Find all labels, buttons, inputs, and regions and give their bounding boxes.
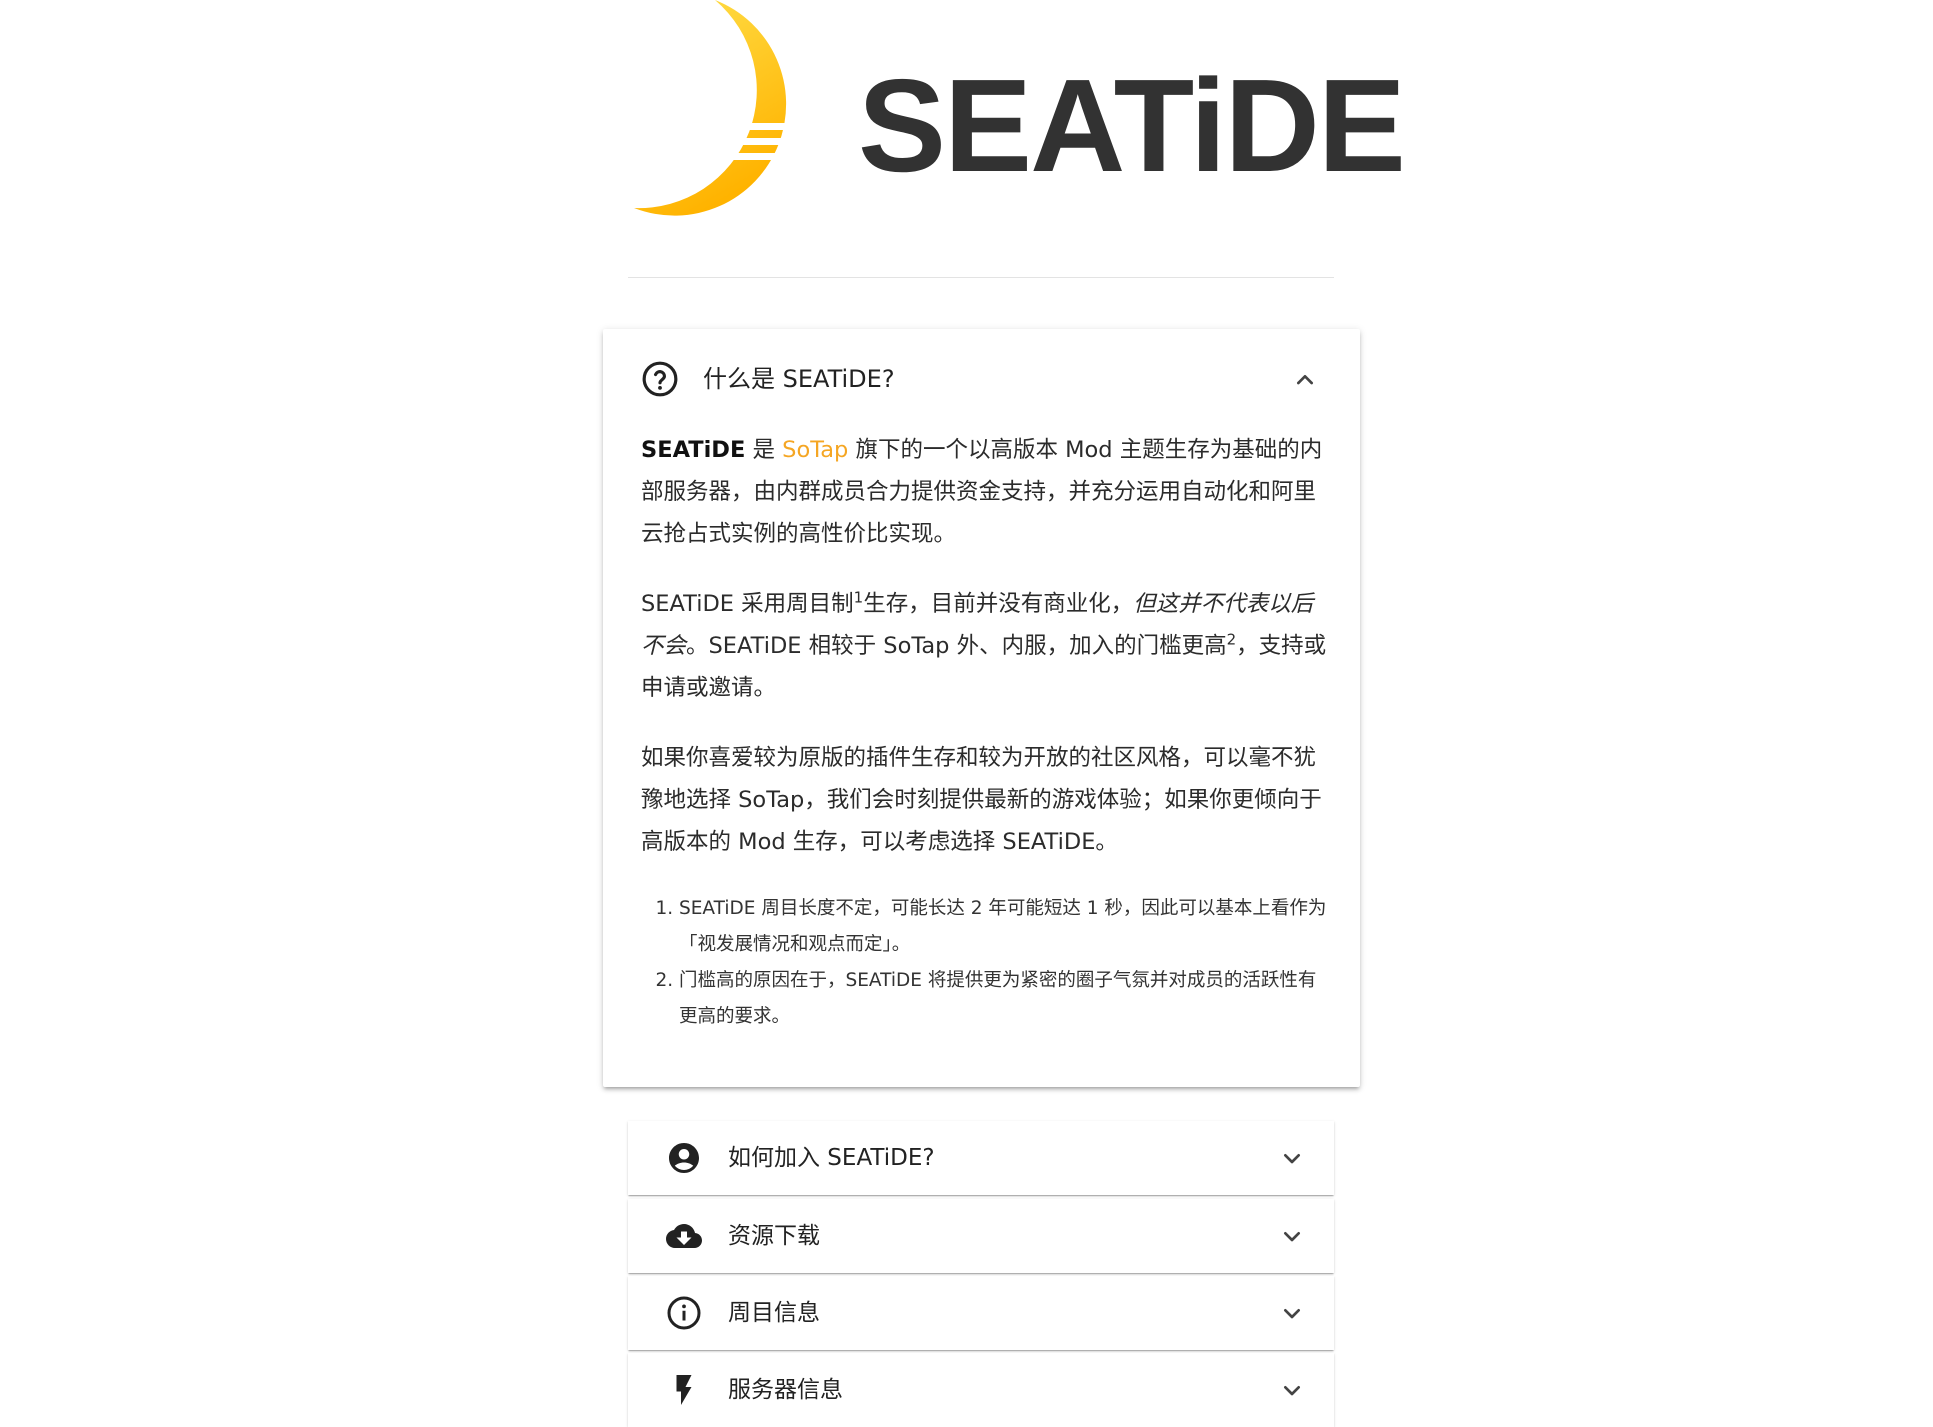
faq-panel-header-what-is-seatide[interactable]: 什么是 SEATiDE?	[603, 329, 1360, 429]
info-circle-icon	[667, 1296, 701, 1330]
faq-panel-season-info[interactable]: 周目信息	[628, 1276, 1334, 1350]
chevron-down-icon[interactable]	[1276, 1374, 1308, 1406]
brand-wordmark: SEATiDE	[858, 52, 1406, 199]
answer-paragraph-3: 如果你喜爱较为原版的插件生存和较为开放的社区风格，可以毫不犹豫地选择 SoTap…	[641, 745, 1322, 855]
answer-paragraph-2: SEATiDE 采用周目制1生存，目前并没有商业化，但这并不代表以后不会。SEA…	[641, 583, 1331, 709]
chevron-up-icon[interactable]	[1289, 363, 1321, 395]
footnote-ref-1[interactable]: 1	[854, 589, 864, 607]
footnote-item: 门槛高的原因在于，SEATiDE 将提供更为紧密的圈子气氛并对成员的活跃性有更高…	[679, 963, 1331, 1035]
account-circle-icon	[669, 1143, 699, 1173]
sotap-link[interactable]: SoTap	[782, 437, 848, 463]
text: 。SEATiDE 相较于 SoTap 外、内服，加入的门槛更高	[686, 633, 1227, 659]
faq-panel-server-info[interactable]: 服务器信息	[628, 1353, 1334, 1427]
faq-title: 周目信息	[728, 1300, 820, 1326]
text: 生存，目前并没有商业化，	[863, 591, 1134, 617]
text: SEATiDE 采用周目制	[641, 591, 854, 617]
faq-title: 服务器信息	[728, 1377, 843, 1403]
chevron-down-icon[interactable]	[1276, 1297, 1308, 1329]
footnote-ref-2[interactable]: 2	[1227, 631, 1237, 649]
cloud-download-icon	[666, 1224, 702, 1248]
faq-panel-how-to-join[interactable]: 如何加入 SEATiDE?	[628, 1121, 1334, 1195]
faq-panel-downloads[interactable]: 资源下载	[628, 1199, 1334, 1273]
footnotes-list: SEATiDE 周目长度不定，可能长达 2 年可能短达 1 秒，因此可以基本上看…	[641, 891, 1331, 1035]
brand-header: SEATiDE	[620, 0, 1406, 236]
brand-name-bold: SEATiDE	[641, 437, 746, 463]
faq-title: 如何加入 SEATiDE?	[728, 1145, 935, 1171]
chevron-down-icon[interactable]	[1276, 1220, 1308, 1252]
faq-title: 资源下载	[728, 1223, 820, 1249]
help-circle-icon	[642, 361, 678, 397]
footnote-item: SEATiDE 周目长度不定，可能长达 2 年可能短达 1 秒，因此可以基本上看…	[679, 891, 1331, 963]
faq-answer: SEATiDE 是 SoTap 旗下的一个以高版本 Mod 主题生存为基础的内部…	[641, 429, 1331, 1035]
header-divider	[628, 277, 1334, 278]
faq-panel-what-is-seatide: 什么是 SEATiDE? SEATiDE 是 SoTap 旗下的一个以高版本 M…	[603, 329, 1360, 1087]
faq-title: 什么是 SEATiDE?	[703, 365, 895, 393]
flash-icon	[676, 1375, 692, 1405]
seatide-moon-logo	[634, 0, 787, 216]
text: 是	[745, 437, 783, 463]
answer-paragraph-1: SEATiDE 是 SoTap 旗下的一个以高版本 Mod 主题生存为基础的内部…	[641, 429, 1331, 555]
chevron-down-icon[interactable]	[1276, 1142, 1308, 1174]
